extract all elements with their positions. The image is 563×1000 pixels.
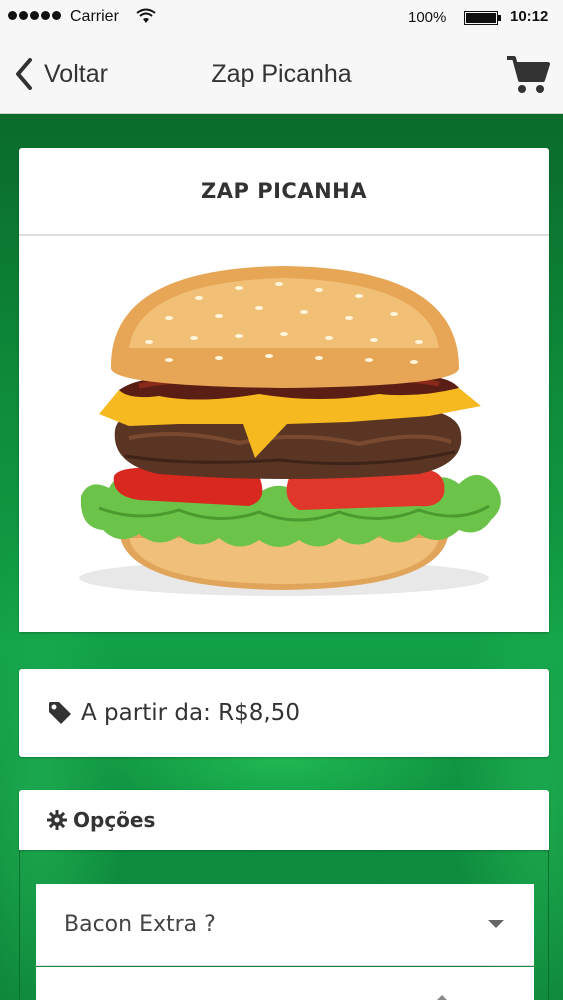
status-bar: Carrier 100% 10:12 — [0, 0, 563, 36]
chevron-up-icon — [436, 995, 448, 1000]
burger-photo — [19, 238, 549, 632]
gear-icon — [47, 810, 67, 830]
wifi-icon — [136, 8, 156, 23]
option-select[interactable] — [36, 967, 534, 1000]
page-title: Zap Picanha — [211, 60, 352, 88]
select-label: Bacon Extra ? — [64, 912, 216, 937]
product-card: ZAP PICANHA — [19, 148, 549, 632]
options-title: Opções — [73, 808, 156, 832]
signal-strength-icon — [8, 11, 61, 20]
options-header: Opções — [19, 790, 549, 850]
price-text: A partir da: R$8,50 — [81, 700, 300, 726]
battery-icon — [464, 11, 501, 25]
navigation-bar: Voltar Zap Picanha — [0, 36, 563, 114]
price-card: A partir da: R$8,50 — [19, 669, 549, 757]
clock: 10:12 — [510, 8, 549, 25]
carrier-name: Carrier — [70, 8, 119, 25]
cart-icon[interactable] — [505, 54, 551, 96]
product-name: ZAP PICANHA — [19, 148, 549, 236]
tag-icon — [49, 702, 71, 724]
bacon-extra-select[interactable]: Bacon Extra ? — [36, 884, 534, 966]
battery-percentage: 100% — [408, 9, 447, 26]
chevron-down-icon — [488, 920, 504, 928]
